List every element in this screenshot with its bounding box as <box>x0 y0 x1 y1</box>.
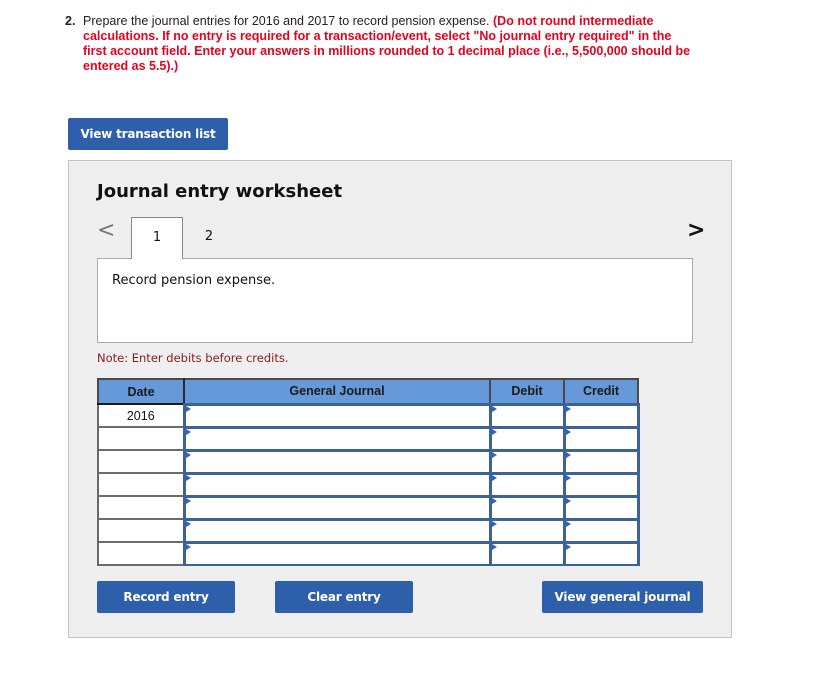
debit-cell <box>488 540 566 566</box>
account-input[interactable] <box>185 428 489 449</box>
credit-input[interactable] <box>565 451 637 472</box>
field-marker-icon <box>491 474 497 481</box>
date-cell <box>97 541 185 566</box>
field-marker-icon <box>185 451 191 458</box>
question-number: 2. <box>65 14 76 28</box>
table-row <box>97 425 640 451</box>
debit-input[interactable] <box>491 405 563 426</box>
field-marker-icon <box>491 520 497 527</box>
table-row <box>97 494 640 520</box>
debit-input[interactable] <box>491 451 563 472</box>
account-cell <box>182 494 492 520</box>
debit-input[interactable] <box>491 428 563 449</box>
debit-cell <box>488 517 566 543</box>
debit-cell <box>488 494 566 520</box>
chevron-right-icon[interactable]: > <box>687 220 705 242</box>
credit-cell <box>562 494 640 520</box>
transaction-description: Record pension expense. <box>112 273 276 288</box>
field-marker-icon <box>185 474 191 481</box>
table-row: 2016 <box>97 402 640 428</box>
field-marker-icon <box>185 405 191 412</box>
transaction-description-box: Record pension expense. <box>97 258 693 343</box>
credit-cell <box>562 517 640 543</box>
debit-input[interactable] <box>491 497 563 518</box>
field-marker-icon <box>185 543 191 550</box>
field-marker-icon <box>565 428 571 435</box>
credit-cell <box>562 540 640 566</box>
account-cell <box>182 425 492 451</box>
date-cell <box>97 518 185 543</box>
account-input[interactable] <box>185 405 489 426</box>
field-marker-icon <box>491 543 497 550</box>
header-debit: Debit <box>489 378 565 405</box>
view-transaction-list-button[interactable]: View transaction list <box>68 118 228 150</box>
journal-table: Date General Journal Debit Credit 2016 <box>97 378 640 566</box>
field-marker-icon <box>565 497 571 504</box>
credit-input[interactable] <box>565 405 637 426</box>
debit-cell <box>488 425 566 451</box>
credit-cell <box>562 402 640 428</box>
tab-1[interactable]: 1 <box>131 217 183 259</box>
question-prompt: 2. Prepare the journal entries for 2016 a… <box>65 14 695 74</box>
field-marker-icon <box>565 520 571 527</box>
account-input[interactable] <box>185 543 489 564</box>
credit-input[interactable] <box>565 520 637 541</box>
debit-cell <box>488 448 566 474</box>
field-marker-icon <box>185 428 191 435</box>
date-cell <box>97 426 185 451</box>
account-cell <box>182 471 492 497</box>
question-text: Prepare the journal entries for 2016 and… <box>83 14 490 28</box>
credit-input[interactable] <box>565 497 637 518</box>
debit-input[interactable] <box>491 474 563 495</box>
clear-entry-button[interactable]: Clear entry <box>275 581 413 613</box>
field-marker-icon <box>491 451 497 458</box>
field-marker-icon <box>565 543 571 550</box>
debit-input[interactable] <box>491 520 563 541</box>
credit-input[interactable] <box>565 474 637 495</box>
field-marker-icon <box>491 497 497 504</box>
credit-input[interactable] <box>565 428 637 449</box>
header-date: Date <box>97 378 185 405</box>
field-marker-icon <box>565 474 571 481</box>
field-marker-icon <box>491 405 497 412</box>
account-cell <box>182 540 492 566</box>
table-row <box>97 517 640 543</box>
chevron-left-icon[interactable]: < <box>97 220 115 242</box>
table-row <box>97 448 640 474</box>
worksheet-title: Journal entry worksheet <box>97 181 343 202</box>
field-marker-icon <box>491 428 497 435</box>
journal-entry-worksheet: Journal entry worksheet < 1 2 > Record p… <box>68 160 732 638</box>
debit-cell <box>488 402 566 428</box>
header-credit: Credit <box>563 378 639 405</box>
field-marker-icon <box>565 405 571 412</box>
credit-input[interactable] <box>565 543 637 564</box>
credit-cell <box>562 448 640 474</box>
account-input[interactable] <box>185 497 489 518</box>
date-cell: 2016 <box>97 403 185 428</box>
field-marker-icon <box>185 497 191 504</box>
account-cell <box>182 448 492 474</box>
account-cell <box>182 402 492 428</box>
account-input[interactable] <box>185 520 489 541</box>
tab-2[interactable]: 2 <box>183 217 235 259</box>
header-general-journal: General Journal <box>183 378 491 405</box>
account-input[interactable] <box>185 451 489 472</box>
field-marker-icon <box>185 520 191 527</box>
table-row <box>97 540 640 566</box>
debit-cell <box>488 471 566 497</box>
view-general-journal-button[interactable]: View general journal <box>542 581 703 613</box>
account-input[interactable] <box>185 474 489 495</box>
date-cell <box>97 472 185 497</box>
table-row <box>97 471 640 497</box>
table-header-row: Date General Journal Debit Credit <box>97 378 639 405</box>
account-cell <box>182 517 492 543</box>
date-cell <box>97 495 185 520</box>
debits-credits-note: Note: Enter debits before credits. <box>97 351 289 365</box>
debit-input[interactable] <box>491 543 563 564</box>
field-marker-icon <box>565 451 571 458</box>
credit-cell <box>562 425 640 451</box>
record-entry-button[interactable]: Record entry <box>97 581 235 613</box>
credit-cell <box>562 471 640 497</box>
date-cell <box>97 449 185 474</box>
